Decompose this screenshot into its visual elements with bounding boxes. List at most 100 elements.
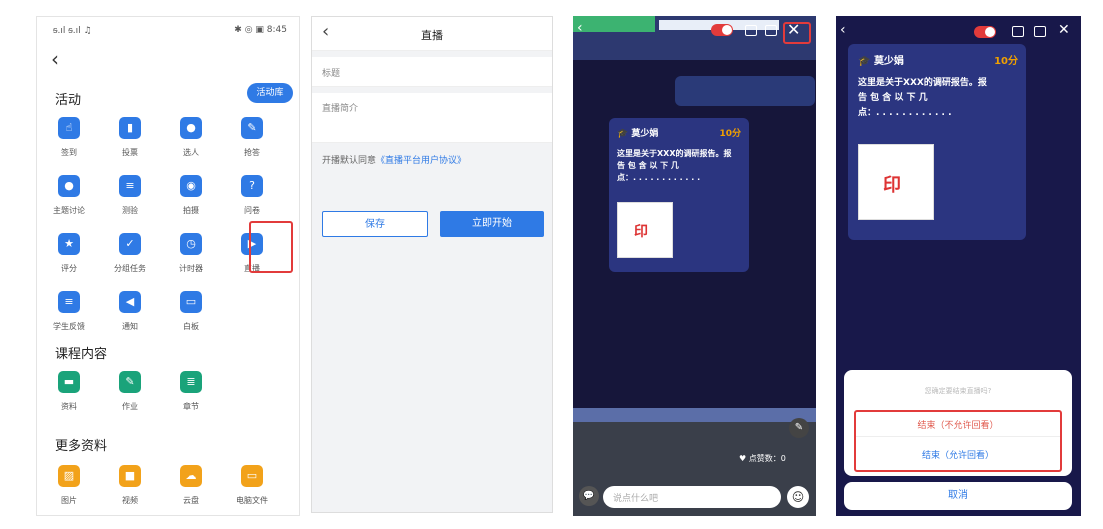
back-button[interactable]: ‹ xyxy=(51,47,59,71)
share-icon[interactable] xyxy=(1034,26,1046,37)
activity-screen: ᵴ.ıl ᵴ.ıl ♫ ✱ ◎ ▣ 8:45 ‹ 活动 活动库 ☝ 签到 ▮ 投票 ● 选… xyxy=(36,16,300,516)
page-title: 直播 xyxy=(421,29,443,42)
camera-toggle[interactable] xyxy=(711,24,733,36)
question-card: 🎓 莫少娟 10分 这里是关于XXX的调研报告。报 告 包 含 以 下 几 点：… xyxy=(609,118,749,272)
item-label: 签到 xyxy=(61,148,77,157)
chat-icon[interactable]: 💬 xyxy=(579,486,599,506)
activities-heading: 活动 xyxy=(55,93,82,108)
save-button[interactable]: 保存 xyxy=(322,211,428,237)
draw-tool-icon[interactable]: ✎ xyxy=(789,418,809,438)
activity-item-group-task[interactable]: ✓ 分组任务 xyxy=(102,233,158,274)
image-icon: ▨ xyxy=(58,465,80,487)
item-label: 拍摄 xyxy=(183,206,199,215)
user-icon: ● xyxy=(180,117,202,139)
item-label: 视频 xyxy=(122,496,138,505)
activity-item-timer[interactable]: ◷ 计时器 xyxy=(163,233,219,274)
end-live-screen: ‹ ✕ 🎓 莫少娟 10分 这里是关于XXX的调研报告。报 告 包 含 以 下 … xyxy=(836,16,1081,516)
dialog-title: 您确定要结束直播吗? xyxy=(924,387,992,395)
activity-item-chart[interactable]: ▮ 投票 xyxy=(102,117,158,158)
card-score: 10分 xyxy=(994,56,1018,67)
activity-item-microphone[interactable]: ✎ 抢答 xyxy=(224,117,280,158)
camera-icon[interactable] xyxy=(745,25,757,36)
item-label: 问卷 xyxy=(244,206,260,215)
likes-count: ♥ 点赞数：0 xyxy=(739,454,786,463)
microphone-icon: ✎ xyxy=(241,117,263,139)
card-text-line2: 告 包 含 以 下 几 xyxy=(858,93,928,103)
card-name: 莫少娟 xyxy=(873,56,904,67)
card-text-line1: 这里是关于XXX的调研报告。报 xyxy=(617,149,732,158)
activity-item-image[interactable]: ▨ 图片 xyxy=(41,465,97,506)
activity-item-speaker[interactable]: ◀ 通知 xyxy=(102,291,158,332)
chart-icon: ▮ xyxy=(119,117,141,139)
avatar-icon: 🎓 xyxy=(617,129,629,139)
item-label: 计时器 xyxy=(179,264,203,273)
back-icon[interactable]: ‹ xyxy=(840,22,846,38)
item-label: 作业 xyxy=(122,402,138,411)
seal-image: 印 xyxy=(617,202,673,258)
question-card: 🎓 莫少娟 10分 这里是关于XXX的调研报告。报 告 包 含 以 下 几 点：… xyxy=(848,44,1026,240)
shared-taskbar xyxy=(573,408,816,422)
feedback-icon: ≡ xyxy=(58,291,80,313)
camera-icon[interactable] xyxy=(1012,26,1024,37)
emoji-icon[interactable]: ☺ xyxy=(787,486,809,508)
homework-icon: ✎ xyxy=(119,371,141,393)
agreement-prefix: 开播默认同意 xyxy=(322,156,377,166)
chapter-icon: ≣ xyxy=(180,371,202,393)
item-label: 分组任务 xyxy=(114,264,146,273)
activity-library-button[interactable]: 活动库 xyxy=(247,83,293,103)
item-label: 投票 xyxy=(122,148,138,157)
start-now-button[interactable]: 立即开始 xyxy=(440,211,544,237)
title-input[interactable]: 标题 xyxy=(322,66,340,79)
activity-item-question[interactable]: ? 问卷 xyxy=(224,175,280,216)
live-setup-screen: ‹ 直播 标题 直播简介 开播默认同意《直播平台用户协议》 保存 立即开始 xyxy=(311,16,553,513)
status-bar-time: ✱ ◎ ▣ 8:45 xyxy=(234,25,287,35)
options-highlight-box xyxy=(854,410,1062,472)
close-icon[interactable]: ✕ xyxy=(1058,22,1070,38)
comment-input[interactable]: 说点什么吧 xyxy=(603,486,781,508)
back-icon[interactable]: ‹ xyxy=(577,20,583,36)
shared-app-bar xyxy=(573,16,655,32)
activity-item-whiteboard[interactable]: ▭ 白板 xyxy=(163,291,219,332)
share-icon[interactable] xyxy=(765,25,777,36)
card-text-line2: 告 包 含 以 下 几 xyxy=(617,161,679,170)
activity-item-folder[interactable]: ▬ 资料 xyxy=(41,371,97,412)
status-bar-signal: ᵴ.ıl ᵴ.ıl ♫ xyxy=(53,26,92,36)
activity-item-homework[interactable]: ✎ 作业 xyxy=(102,371,158,412)
agreement-link[interactable]: 《直播平台用户协议》 xyxy=(376,156,466,166)
activity-item-camera[interactable]: ◉ 拍摄 xyxy=(163,175,219,216)
video-icon: ■ xyxy=(119,465,141,487)
activity-item-chat[interactable]: ● 主题讨论 xyxy=(41,175,97,216)
card-text-line1: 这里是关于XXX的调研报告。报 xyxy=(858,78,987,88)
activity-item-feedback[interactable]: ≡ 学生反馈 xyxy=(41,291,97,332)
activity-item-quiz[interactable]: ≡ 测验 xyxy=(102,175,158,216)
activity-item-video[interactable]: ■ 视频 xyxy=(102,465,158,506)
live-stream-screen: ‹ ✕ 🎓 莫少娟 10分 这里是关于XXX的调研报告。报 告 包 含 以 下 … xyxy=(573,16,816,516)
item-label: 白板 xyxy=(183,322,199,331)
activity-item-rating[interactable]: ★ 评分 xyxy=(41,233,97,274)
question-icon: ? xyxy=(241,175,263,197)
slide-panel xyxy=(675,76,815,106)
folder-icon: ▬ xyxy=(58,371,80,393)
course-content-heading: 课程内容 xyxy=(55,347,108,362)
card-name: 莫少娟 xyxy=(631,129,659,139)
tap-icon: ☝ xyxy=(58,117,80,139)
close-highlight-box xyxy=(783,22,811,44)
card-text-line3: 点：. . . . . . . . . . . . xyxy=(858,108,952,118)
item-label: 学生反馈 xyxy=(53,322,85,331)
item-label: 评分 xyxy=(61,264,77,273)
whiteboard-icon: ▭ xyxy=(180,291,202,313)
activity-item-tap[interactable]: ☝ 签到 xyxy=(41,117,97,158)
camera-toggle[interactable] xyxy=(974,26,996,38)
group-task-icon: ✓ xyxy=(119,233,141,255)
cancel-button[interactable]: 取消 xyxy=(844,482,1072,510)
chat-icon: ● xyxy=(58,175,80,197)
activity-item-user[interactable]: ● 选人 xyxy=(163,117,219,158)
item-label: 选人 xyxy=(183,148,199,157)
intro-input[interactable]: 直播简介 xyxy=(322,101,358,114)
activity-item-cloud[interactable]: ☁ 云盘 xyxy=(163,465,219,506)
more-materials-heading: 更多资料 xyxy=(55,439,108,454)
computer-icon: ▭ xyxy=(241,465,263,487)
timer-icon: ◷ xyxy=(180,233,202,255)
activity-item-chapter[interactable]: ≣ 章节 xyxy=(163,371,219,412)
activity-item-computer[interactable]: ▭ 电脑文件 xyxy=(224,465,280,506)
